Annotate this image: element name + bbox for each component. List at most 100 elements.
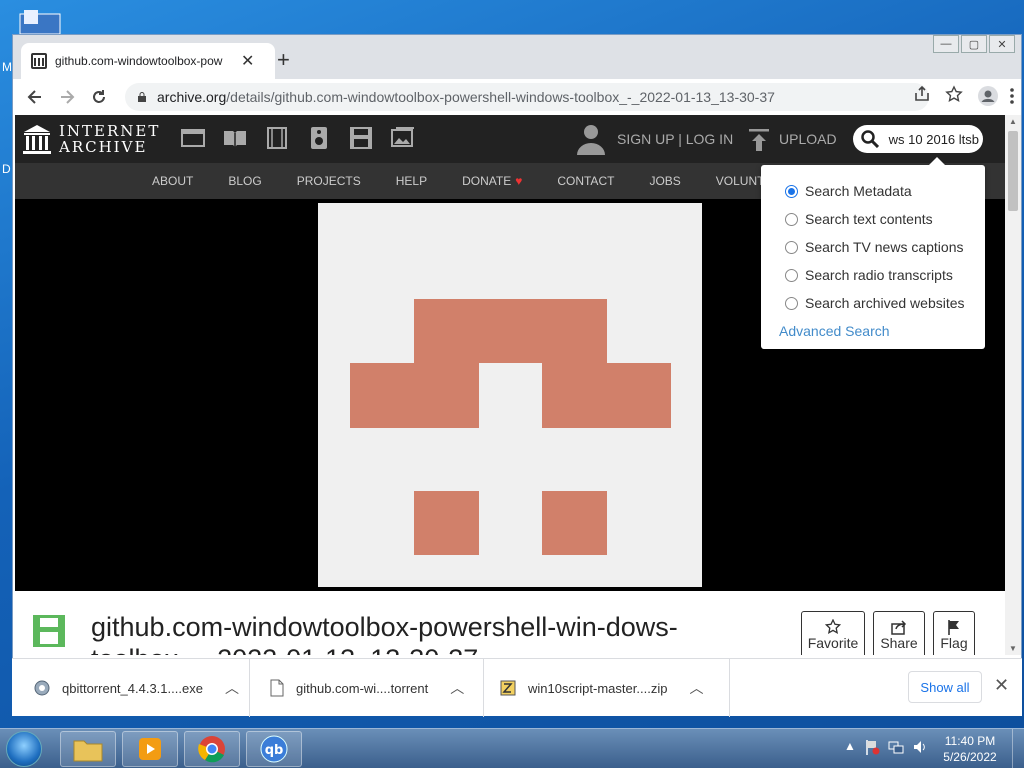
item-header: github.com-windowtoolbox-powershell-win-… bbox=[15, 591, 1005, 655]
advanced-search-link[interactable]: Advanced Search bbox=[779, 323, 985, 339]
action-center-flag-icon[interactable] bbox=[864, 739, 880, 755]
download-item-zip[interactable]: win10script-master....zip ︿ bbox=[484, 659, 730, 717]
taskbar-explorer[interactable] bbox=[60, 731, 116, 767]
taskbar-media-player[interactable] bbox=[122, 731, 178, 767]
audio-speaker-icon[interactable] bbox=[307, 127, 331, 149]
share-button[interactable]: Share bbox=[873, 611, 925, 655]
taskbar-clock[interactable]: 11:40 PM 5/26/2022 bbox=[938, 733, 1002, 765]
identicon-block bbox=[414, 299, 607, 363]
taskbar-qbittorrent[interactable]: qb bbox=[246, 731, 302, 767]
show-desktop-button[interactable] bbox=[1012, 729, 1024, 768]
radio-websites[interactable] bbox=[785, 296, 798, 310]
page-scrollbar[interactable]: ▲ ▼ bbox=[1005, 115, 1021, 655]
address-bar[interactable]: archive.org/details/github.com-windowtoo… bbox=[125, 83, 929, 111]
folder-icon bbox=[73, 740, 103, 762]
radio-metadata[interactable] bbox=[785, 184, 798, 198]
search-option-radio[interactable]: Search radio transcripts bbox=[785, 261, 985, 289]
nav-help[interactable]: HELP bbox=[396, 174, 427, 188]
system-tray: ▲ bbox=[844, 739, 928, 755]
browser-toolbar: archive.org/details/github.com-windowtoo… bbox=[13, 79, 1021, 115]
nav-donate[interactable]: DONATE ♥ bbox=[462, 174, 522, 188]
bookmark-star-icon[interactable] bbox=[945, 85, 963, 103]
texts-book-icon[interactable] bbox=[223, 127, 247, 149]
flag-button[interactable]: Flag bbox=[933, 611, 975, 655]
radio-radio[interactable] bbox=[785, 268, 798, 282]
images-icon[interactable] bbox=[391, 127, 415, 149]
download-item-qbittorrent[interactable]: qbittorrent_4.4.3.1....exe ︿ bbox=[12, 659, 250, 717]
browser-window: github.com-windowtoolbox-pow ✕ + — ▢ ✕ a… bbox=[12, 34, 1022, 716]
taskbar-chrome[interactable] bbox=[184, 731, 240, 767]
nav-about[interactable]: ABOUT bbox=[152, 174, 193, 188]
tab-strip: github.com-windowtoolbox-pow ✕ + — ▢ ✕ bbox=[13, 35, 1021, 79]
download-shelf: qbittorrent_4.4.3.1....exe ︿ github.com-… bbox=[12, 658, 1022, 717]
upload-link[interactable]: UPLOAD bbox=[779, 131, 837, 147]
radio-text[interactable] bbox=[785, 212, 798, 226]
network-icon[interactable] bbox=[888, 739, 904, 755]
nav-contact[interactable]: CONTACT bbox=[557, 174, 614, 188]
download-item-torrent[interactable]: github.com-wi....torrent ︿ bbox=[250, 659, 484, 717]
forward-button[interactable] bbox=[51, 81, 83, 113]
identicon-block bbox=[414, 491, 479, 555]
user-account-icon[interactable] bbox=[577, 123, 605, 155]
star-icon bbox=[825, 619, 841, 634]
menu-dots-icon[interactable] bbox=[1009, 87, 1015, 105]
tab-close-icon[interactable]: ✕ bbox=[241, 51, 254, 71]
profile-avatar-icon[interactable] bbox=[977, 85, 999, 107]
tray-expand-icon[interactable]: ▲ bbox=[844, 739, 856, 755]
svg-text:qb: qb bbox=[265, 743, 284, 758]
reload-icon bbox=[93, 90, 105, 103]
search-input[interactable]: ws 10 2016 ltsb bbox=[883, 132, 979, 147]
volume-icon[interactable] bbox=[912, 739, 928, 755]
scroll-thumb[interactable] bbox=[1008, 131, 1018, 211]
nav-projects[interactable]: PROJECTS bbox=[297, 174, 361, 188]
share-page-icon[interactable] bbox=[913, 85, 931, 103]
chevron-up-icon[interactable]: ︿ bbox=[689, 678, 703, 698]
media-type-icons bbox=[181, 127, 415, 149]
close-window-button[interactable]: ✕ bbox=[989, 35, 1015, 53]
installer-file-icon bbox=[34, 680, 50, 696]
web-icon[interactable] bbox=[181, 127, 205, 149]
reload-button[interactable] bbox=[83, 81, 115, 113]
desktop-app-icon[interactable] bbox=[14, 10, 62, 36]
video-film-icon[interactable] bbox=[265, 127, 289, 149]
tab-title: github.com-windowtoolbox-pow bbox=[55, 54, 223, 68]
nav-jobs[interactable]: JOBS bbox=[649, 174, 680, 188]
back-button[interactable] bbox=[19, 81, 51, 113]
search-option-metadata[interactable]: Search Metadata bbox=[785, 177, 985, 205]
chevron-up-icon[interactable]: ︿ bbox=[450, 678, 464, 698]
maximize-button[interactable]: ▢ bbox=[961, 35, 987, 53]
close-download-shelf-icon[interactable]: ✕ bbox=[994, 675, 1009, 696]
nav-volunteer[interactable]: VOLUNT bbox=[716, 174, 765, 188]
omnibox-actions bbox=[913, 85, 963, 103]
lock-icon bbox=[138, 92, 146, 102]
chevron-up-icon[interactable]: ︿ bbox=[225, 678, 239, 698]
show-all-downloads-button[interactable]: Show all bbox=[908, 671, 982, 703]
ia-search-box[interactable]: ws 10 2016 ltsb bbox=[853, 125, 983, 153]
windows-taskbar: qb ▲ 11:40 PM 5/26/2022 bbox=[0, 728, 1024, 768]
archive-favicon-icon bbox=[31, 53, 47, 69]
scroll-down-icon[interactable]: ▼ bbox=[1009, 644, 1017, 653]
qbittorrent-icon: qb bbox=[260, 735, 288, 763]
ia-logo[interactable]: INTERNET ARCHIVE bbox=[23, 123, 160, 155]
start-button[interactable] bbox=[6, 731, 42, 767]
favorite-button[interactable]: Favorite bbox=[801, 611, 865, 655]
search-option-tv[interactable]: Search TV news captions bbox=[785, 233, 985, 261]
signup-login-link[interactable]: SIGN UP | LOG IN bbox=[617, 131, 733, 147]
tab-active[interactable]: github.com-windowtoolbox-pow ✕ bbox=[21, 43, 275, 79]
radio-tv[interactable] bbox=[785, 240, 798, 254]
nav-blog[interactable]: BLOG bbox=[228, 174, 261, 188]
ia-top-bar: INTERNET ARCHIVE SIGN UP | LOG IN UPLOAD … bbox=[15, 115, 1005, 163]
new-tab-button[interactable]: + bbox=[277, 47, 290, 73]
forward-arrow-icon bbox=[61, 90, 75, 104]
minimize-button[interactable]: — bbox=[933, 35, 959, 53]
upload-icon[interactable] bbox=[749, 129, 769, 151]
ia-logo-text: INTERNET ARCHIVE bbox=[59, 122, 161, 156]
search-icon[interactable] bbox=[861, 130, 879, 148]
scroll-up-icon[interactable]: ▲ bbox=[1009, 117, 1017, 126]
search-option-websites[interactable]: Search archived websites bbox=[785, 289, 985, 317]
media-player-icon bbox=[139, 738, 161, 760]
item-title: github.com-windowtoolbox-powershell-win-… bbox=[91, 612, 678, 655]
search-option-text[interactable]: Search text contents bbox=[785, 205, 985, 233]
software-floppy-icon[interactable] bbox=[349, 127, 373, 149]
url-text: archive.org/details/github.com-windowtoo… bbox=[157, 89, 775, 105]
